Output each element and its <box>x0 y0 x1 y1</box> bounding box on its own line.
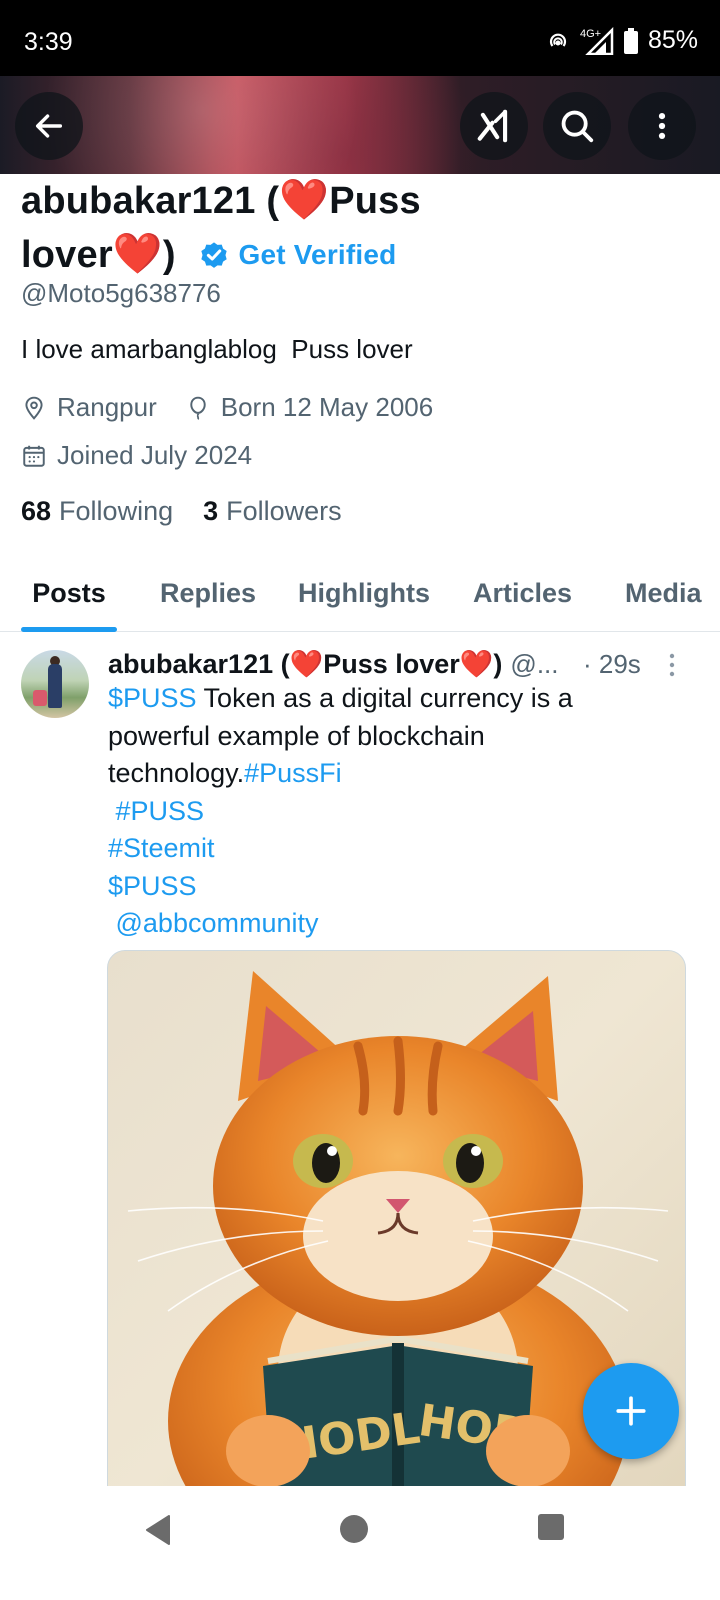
following-count: 68 <box>21 496 52 526</box>
grok-icon <box>477 109 508 143</box>
joined-item: Joined July 2024 <box>21 440 252 471</box>
verified-badge-icon[interactable] <box>198 239 230 271</box>
tweet-author-handle[interactable]: @... <box>510 649 558 680</box>
followers-link[interactable]: 3 Followers <box>203 496 342 527</box>
tweet-body-text: powerful example of blockchain <box>108 720 485 751</box>
birthday-item: Born 12 May 2006 <box>185 392 433 423</box>
location-pin-icon <box>25 396 43 420</box>
tweet-body-text: Token as a digital currency is a <box>196 683 573 713</box>
back-button[interactable] <box>15 92 83 160</box>
tweet-header: abubakar121 (❤️Puss lover❤️) @... · 29s <box>108 646 688 682</box>
cashtag-link[interactable]: $PUSS <box>108 868 688 906</box>
tweet-text: $PUSS Token as a digital currency is a p… <box>108 680 688 943</box>
grok-button[interactable] <box>460 92 528 160</box>
avatar[interactable] <box>21 650 89 718</box>
follow-stats: 68 Following 3 Followers <box>21 496 342 527</box>
following-link[interactable]: 68 Following <box>21 496 173 527</box>
system-nav-bar <box>0 1486 720 1600</box>
heart-emoji: ❤️ <box>279 178 330 222</box>
profile-meta-row: Rangpur Born 12 May 2006 <box>21 392 461 423</box>
nav-back-icon[interactable] <box>143 1514 171 1546</box>
profile-banner[interactable] <box>0 76 720 174</box>
profile-info: abubakar121 (❤️Puss lover❤️) Get Verified… <box>21 174 701 526</box>
followers-label: Followers <box>226 496 342 526</box>
tab-label: Posts <box>32 578 106 608</box>
display-name: abubakar121 (❤️Puss lover❤️) Get Verified <box>21 174 701 282</box>
heart-emoji: ❤️ <box>289 649 324 679</box>
author-name-text: ) <box>493 649 503 679</box>
display-name-text: lover <box>21 234 113 276</box>
profile-meta-row: Joined July 2024 <box>21 440 280 471</box>
tab-label: Media <box>625 578 702 608</box>
followers-count: 3 <box>203 496 219 526</box>
search-icon <box>561 110 594 143</box>
birthday-text: Born 12 May 2006 <box>220 392 434 422</box>
author-name-text: abubakar121 ( <box>108 649 290 679</box>
more-options-button[interactable] <box>628 92 696 160</box>
plus-icon <box>616 1396 646 1426</box>
heart-emoji: ❤️ <box>459 649 494 679</box>
nav-recents-icon[interactable] <box>538 1514 564 1540</box>
display-name-text: ) <box>162 234 176 276</box>
more-vertical-icon <box>658 112 666 140</box>
hashtag-link[interactable]: #PussFi <box>244 758 342 788</box>
author-name-text: Puss lover <box>323 649 460 679</box>
cashtag-link[interactable]: $PUSS <box>108 683 197 713</box>
profile-bio: I love amarbanglablog Puss lover <box>21 334 413 364</box>
location-item: Rangpur <box>21 392 157 423</box>
tweet-timestamp[interactable]: · 29s <box>583 649 641 680</box>
joined-text: Joined July 2024 <box>57 440 253 470</box>
hashtag-link[interactable]: #Steemit <box>108 830 688 868</box>
mention-link[interactable]: @abbcommunity <box>108 905 688 943</box>
get-verified-link[interactable]: Get Verified <box>238 239 396 270</box>
profile-handle: @Moto5g638776 <box>21 278 221 308</box>
calendar-icon <box>23 445 45 467</box>
display-name-text: Puss <box>329 180 421 222</box>
tab-label: Highlights <box>298 578 430 608</box>
tab-posts[interactable]: Posts <box>21 568 117 632</box>
following-label: Following <box>59 496 174 526</box>
hotspot-icon <box>549 33 567 47</box>
tab-replies[interactable]: Replies <box>160 568 256 632</box>
search-button[interactable] <box>543 92 611 160</box>
tweet-body-text: technology. <box>108 758 245 788</box>
tab-articles[interactable]: Articles <box>473 568 572 632</box>
tab-label: Articles <box>473 578 573 608</box>
network-type: 4G+ <box>580 28 601 40</box>
hashtag-link[interactable]: #PUSS <box>108 793 688 831</box>
nav-home-icon[interactable] <box>339 1514 369 1544</box>
status-bar: 3:39 4G+ 85% <box>0 0 720 76</box>
status-icons: 4G+ 85% <box>546 26 698 55</box>
more-vertical-icon[interactable] <box>668 652 676 678</box>
tweet-author-name[interactable]: abubakar121 (❤️Puss lover❤️) <box>108 648 502 680</box>
status-time: 3:39 <box>24 28 73 56</box>
battery-icon <box>623 27 638 54</box>
arrow-left-icon <box>35 114 63 138</box>
display-name-text: abubakar121 ( <box>21 180 280 222</box>
tab-highlights[interactable]: Highlights <box>298 568 430 632</box>
tab-label: Replies <box>160 578 257 608</box>
heart-emoji: ❤️ <box>112 232 163 276</box>
balloon-icon <box>190 396 206 420</box>
battery-level: 85% <box>647 26 698 54</box>
compose-button[interactable] <box>583 1363 679 1459</box>
profile-tabs: Posts Replies Highlights Articles Media <box>0 568 720 632</box>
location-text: Rangpur <box>57 392 157 422</box>
signal-icon: 4G+ <box>580 26 614 55</box>
active-tab-indicator <box>21 627 117 632</box>
tab-media[interactable]: Media <box>625 568 702 632</box>
